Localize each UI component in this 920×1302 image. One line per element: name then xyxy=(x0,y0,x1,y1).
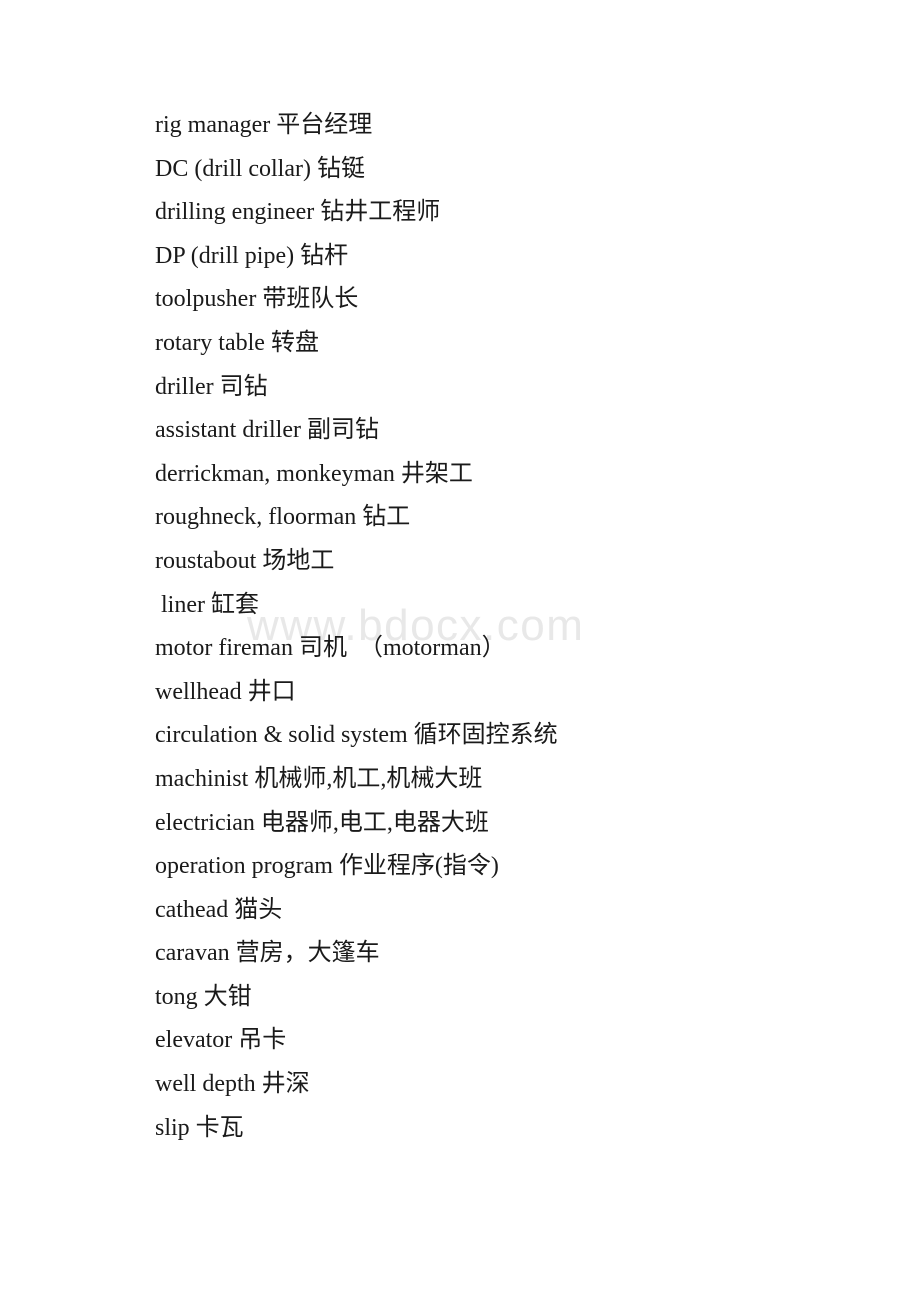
glossary-line-operation-program: operation program 作业程序(指令) xyxy=(155,853,499,880)
glossary-line-drill-collar: DC (drill collar) 钻铤 xyxy=(155,155,365,182)
glossary-line-circulation-solid: circulation & solid system 循环固控系统 xyxy=(155,722,558,749)
glossary-line-rotary-table: rotary table 转盘 xyxy=(155,329,319,356)
glossary-line-tong: tong 大钳 xyxy=(155,983,252,1010)
glossary-line-liner: liner 缸套 xyxy=(155,591,259,618)
glossary-line-elevator: elevator 吊卡 xyxy=(155,1027,287,1054)
glossary-line-roustabout: roustabout 场地工 xyxy=(155,547,335,574)
glossary-line-well-depth: well depth 井深 xyxy=(155,1071,310,1098)
glossary-line-rig-manager: rig manager 平台经理 xyxy=(155,112,373,138)
glossary-line-slip: slip 卡瓦 xyxy=(155,1114,244,1141)
glossary-line-wellhead: wellhead 井口 xyxy=(155,678,296,705)
glossary-line-drill-pipe: DP (drill pipe) 钻杆 xyxy=(155,242,349,269)
glossary-line-toolpusher: toolpusher 带班队长 xyxy=(155,286,359,313)
glossary-line-roughneck: roughneck, floorman 钻工 xyxy=(155,504,411,531)
glossary-line-driller: driller 司钻 xyxy=(155,373,268,400)
glossary-line-drilling-engineer: drilling engineer 钻井工程师 xyxy=(155,199,441,226)
glossary-line-caravan: caravan 营房，大篷车 xyxy=(155,940,380,967)
glossary-line-motor-fireman: motor fireman 司机 （motorman） xyxy=(155,635,506,662)
glossary-line-machinist: machinist 机械师,机工,机械大班 xyxy=(155,765,483,792)
document-page: www.bdocx.com rig manager 平台经理 DC (drill… xyxy=(0,0,920,1302)
glossary-line-derrickman: derrickman, monkeyman 井架工 xyxy=(155,460,473,487)
glossary-list: rig manager 平台经理 DC (drill collar) 钻铤 dr… xyxy=(155,104,855,1150)
glossary-line-electrician: electrician 电器师,电工,电器大班 xyxy=(155,809,489,836)
glossary-line-cathead: cathead 猫头 xyxy=(155,896,283,923)
glossary-line-assistant-driller: assistant driller 副司钻 xyxy=(155,417,379,444)
